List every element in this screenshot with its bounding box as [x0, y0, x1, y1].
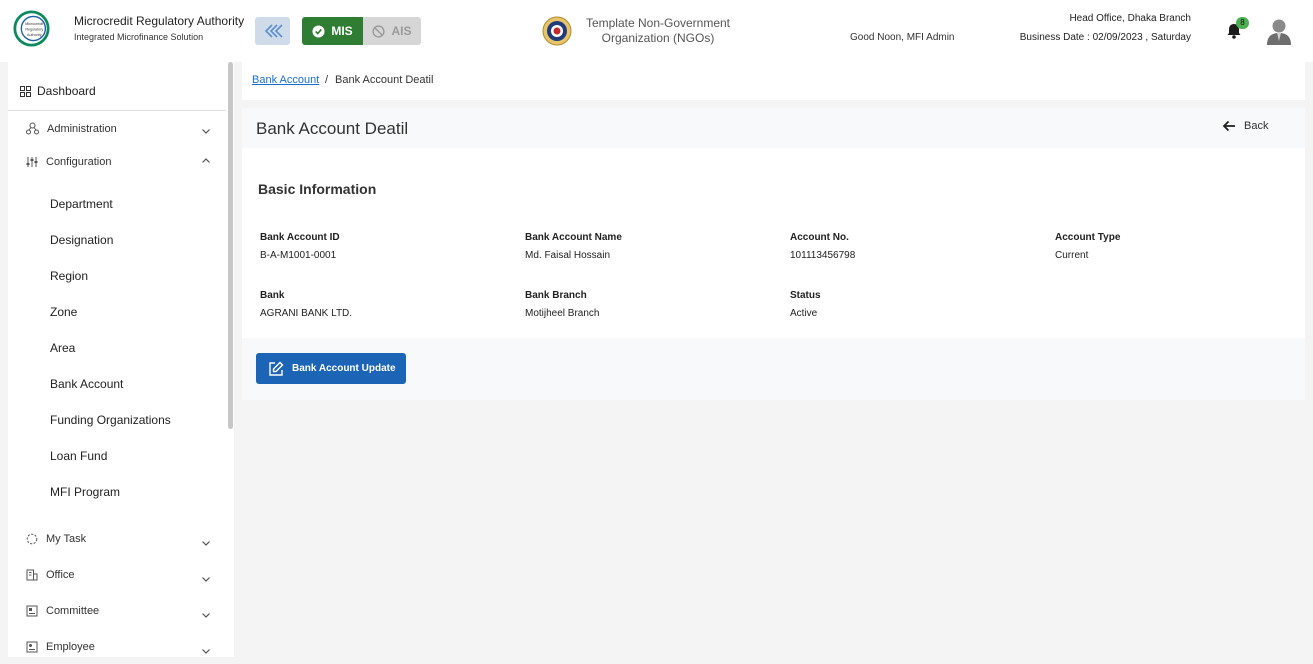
sidebar-collapse-button[interactable]	[255, 17, 290, 45]
chevron-down-icon[interactable]	[201, 574, 211, 584]
sidebar-group-my-task[interactable]: My Task	[26, 533, 86, 545]
chevron-down-icon[interactable]	[201, 126, 211, 136]
field-label-bank-account-id: Bank Account ID	[260, 232, 340, 243]
field-value-account-no: 101113456798	[790, 250, 856, 261]
field-label-bank-account-name: Bank Account Name	[525, 232, 622, 243]
sidebar-item-area[interactable]: Area	[50, 341, 75, 355]
user-greeting: Good Noon, MFI Admin	[850, 32, 955, 43]
sidebar-item-bank-account[interactable]: Bank Account	[50, 377, 123, 391]
sidebar-item-label: Dashboard	[37, 84, 96, 98]
business-date: Business Date : 02/09/2023 , Saturday	[1019, 32, 1191, 43]
sidebar-group-label: Office	[46, 569, 75, 581]
sidebar-item-zone[interactable]: Zone	[50, 305, 77, 319]
page-title: Bank Account Deatil	[256, 119, 409, 138]
breadcrumb-link-bank-account[interactable]: Bank Account	[252, 74, 319, 86]
notification-count-badge: 8	[1236, 17, 1249, 29]
sidebar-divider	[8, 110, 226, 111]
breadcrumb-separator: /	[325, 74, 329, 86]
ais-toggle-button[interactable]: AIS	[363, 17, 421, 45]
sidebar-item-designation[interactable]: Designation	[50, 233, 113, 247]
basic-info-card: Basic Information Bank Account ID B-A-M1…	[242, 148, 1305, 338]
field-value-bank-account-id: B-A-M1001-0001	[260, 250, 337, 261]
government-seal-icon	[542, 16, 572, 46]
action-area: Bank Account Update	[242, 338, 1305, 400]
svg-text:Regulatory: Regulatory	[25, 27, 43, 31]
sidebar-scrollbar[interactable]	[228, 62, 233, 429]
office-icon	[26, 569, 38, 581]
sidebar-group-label: My Task	[46, 533, 87, 545]
sidebar-item-dashboard[interactable]: Dashboard	[20, 84, 96, 98]
chevron-down-icon[interactable]	[201, 646, 211, 656]
edit-icon	[269, 361, 284, 376]
sidebar-item-mfi-program[interactable]: MFI Program	[50, 485, 120, 499]
top-header: Microcredit Regulatory Authority Microcr…	[0, 0, 1313, 62]
sidebar-item-loan-fund[interactable]: Loan Fund	[50, 449, 107, 463]
back-button[interactable]: Back	[1222, 120, 1268, 132]
ngo-name: Template Non-Government Organization (NG…	[585, 16, 731, 45]
page-header: Bank Account Deatil Back	[242, 108, 1305, 148]
field-value-bank-branch: Motijheel Branch	[525, 308, 600, 319]
section-title: Basic Information	[258, 181, 377, 197]
sidebar-item-department[interactable]: Department	[50, 197, 113, 211]
mis-label: MIS	[331, 24, 353, 38]
bank-account-update-button[interactable]: Bank Account Update	[256, 353, 406, 384]
sidebar-group-label: Committee	[46, 605, 100, 617]
sidebar-group-label: Configuration	[46, 156, 112, 168]
field-label-bank-branch: Bank Branch	[525, 290, 587, 301]
chevron-down-icon[interactable]	[201, 538, 211, 548]
grid-icon	[20, 85, 31, 97]
mra-logo[interactable]: Microcredit Regulatory Authority	[13, 10, 50, 47]
back-label: Back	[1244, 120, 1269, 132]
field-value-bank: AGRANI BANK LTD.	[260, 308, 353, 319]
chevron-down-icon[interactable]	[201, 610, 211, 620]
user-avatar-icon[interactable]	[1266, 17, 1292, 45]
field-value-account-type: Current	[1055, 250, 1089, 261]
committee-icon	[26, 605, 38, 617]
double-chevron-left-icon	[264, 24, 283, 38]
chevron-up-icon[interactable]	[201, 156, 211, 166]
task-icon	[26, 533, 38, 545]
check-circle-icon	[312, 24, 325, 38]
block-icon	[372, 24, 386, 38]
field-label-bank: Bank	[260, 290, 285, 301]
sidebar-group-administration[interactable]: Administration	[26, 122, 117, 135]
sidebar-item-region[interactable]: Region	[50, 269, 88, 283]
ais-label: AIS	[391, 24, 412, 38]
field-value-status: Active	[790, 308, 818, 319]
sidebar-group-employee[interactable]: Employee	[26, 641, 95, 653]
field-label-account-no: Account No.	[790, 232, 849, 243]
admin-icon	[26, 122, 39, 135]
sidebar-group-committee[interactable]: Committee	[26, 605, 99, 617]
org-subtitle: Integrated Microfinance Solution	[74, 32, 204, 42]
field-value-bank-account-name: Md. Faisal Hossain	[525, 250, 611, 261]
mis-toggle-button[interactable]: MIS	[302, 17, 363, 45]
branch-name: Head Office, Dhaka Branch	[1069, 13, 1191, 24]
field-label-status: Status	[790, 290, 821, 301]
org-title: Microcredit Regulatory Authority	[74, 14, 245, 28]
sidebar: Dashboard Administration Configuration D…	[8, 62, 234, 657]
arrow-left-icon	[1222, 120, 1235, 132]
field-label-account-type: Account Type	[1055, 232, 1121, 243]
sidebar-item-funding-organizations[interactable]: Funding Organizations	[50, 413, 171, 427]
sidebar-group-label: Employee	[46, 641, 95, 653]
config-icon	[26, 157, 38, 167]
sidebar-group-configuration[interactable]: Configuration	[26, 156, 111, 168]
update-button-label: Bank Account Update	[292, 363, 396, 374]
breadcrumb: Bank Account / Bank Account Deatil	[242, 62, 1305, 100]
sidebar-group-label: Administration	[47, 122, 117, 135]
employee-icon	[26, 641, 38, 653]
sidebar-group-office[interactable]: Office	[26, 569, 75, 581]
svg-text:Authority: Authority	[27, 33, 42, 37]
svg-text:Microcredit: Microcredit	[25, 22, 43, 26]
breadcrumb-current: Bank Account Deatil	[335, 74, 434, 86]
